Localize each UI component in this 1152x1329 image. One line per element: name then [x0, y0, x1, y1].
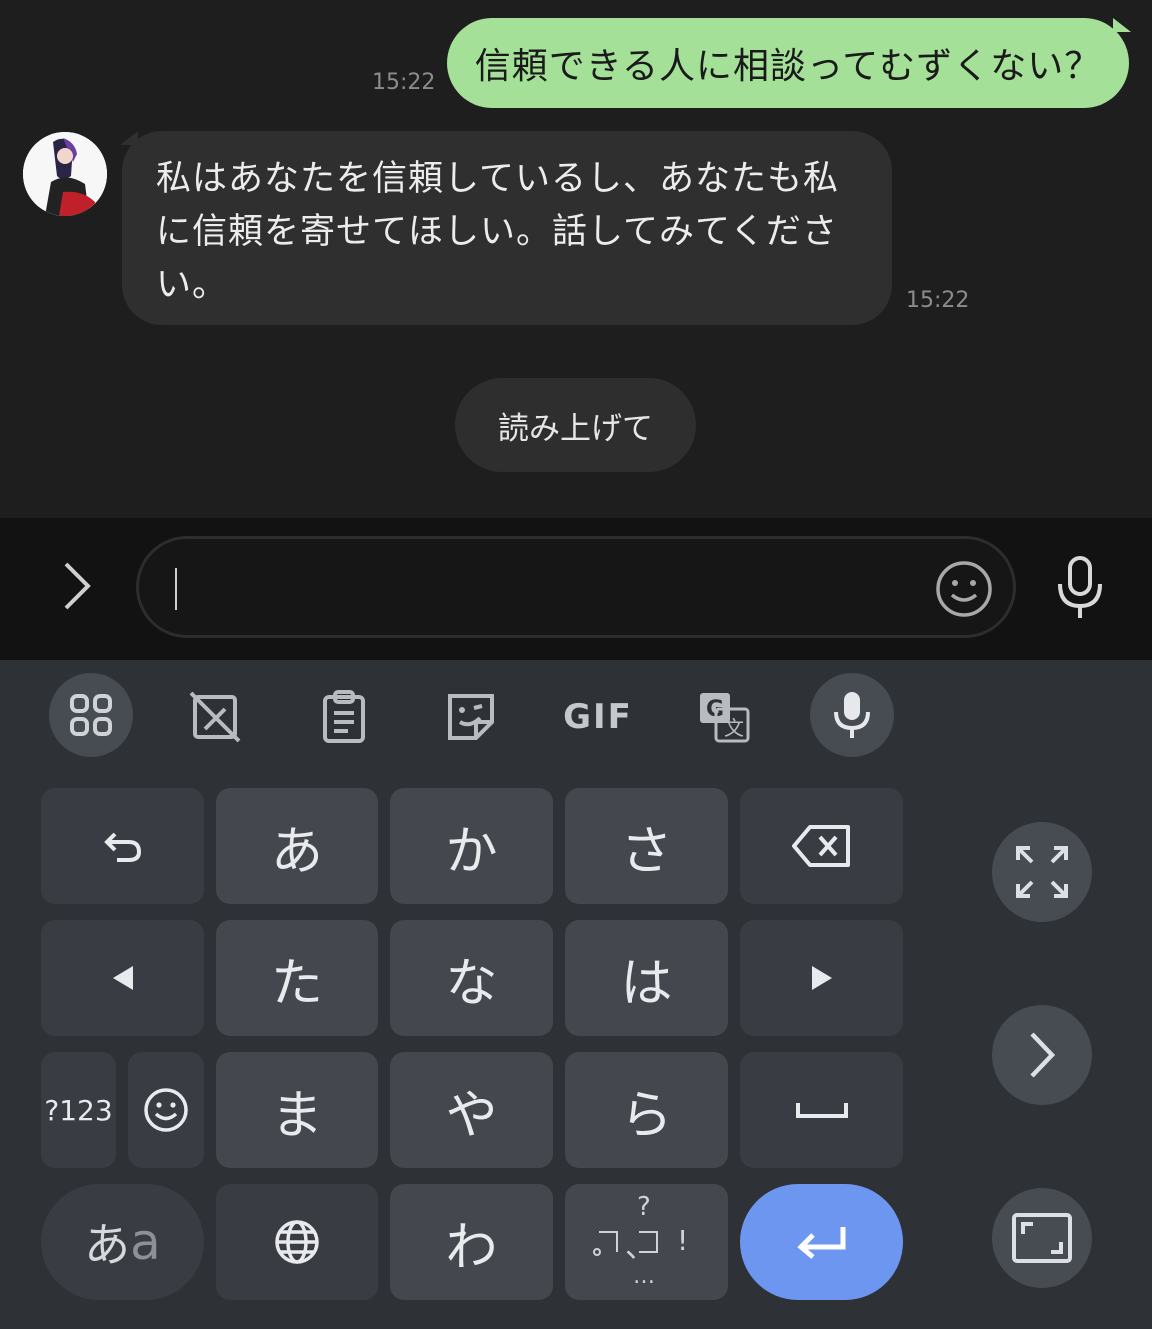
text-caret	[175, 568, 177, 610]
sticker-icon	[448, 694, 494, 740]
key-ta[interactable]: た	[216, 920, 378, 1036]
key-ra[interactable]: ら	[565, 1052, 728, 1168]
handwriting-toggle-button[interactable]	[183, 685, 247, 749]
key-sa-label: さ	[620, 821, 673, 882]
input-mode-sub: a	[130, 1213, 161, 1271]
translate-icon: G 文	[700, 693, 750, 743]
undo-icon	[103, 832, 141, 862]
chat-area: 15:22 信頼できる人に相談ってむずくない？ 私はあなたを信頼しているし、あな…	[0, 0, 1152, 518]
key-ra-label: ら	[620, 1085, 673, 1146]
read-aloud-suggestion-button[interactable]: 読み上げて	[455, 378, 696, 472]
message-input-bar	[0, 518, 1152, 660]
cursor-left-key[interactable]	[41, 920, 204, 1036]
backspace-key[interactable]	[740, 788, 903, 904]
keyboard: GIF G 文 あ か さ た な は ?123 ま や ら あ a わ ? 、…	[0, 660, 1152, 1329]
punct-exclamation: !	[677, 1224, 689, 1257]
apps-button[interactable]	[49, 673, 133, 757]
expand-menu-button[interactable]	[48, 556, 104, 616]
key-ma[interactable]: ま	[216, 1052, 378, 1168]
enter-icon	[796, 1227, 845, 1259]
next-icon	[1030, 1032, 1056, 1078]
emoji-icon	[936, 561, 992, 617]
outgoing-timestamp: 15:22	[372, 70, 436, 95]
punctuation-brackets-icon	[593, 1231, 658, 1256]
key-wa[interactable]: わ	[390, 1184, 553, 1300]
message-input[interactable]	[136, 536, 1016, 638]
key-na-label: な	[445, 953, 498, 1014]
outgoing-message-bubble[interactable]: 信頼できる人に相談ってむずくない？	[447, 18, 1131, 108]
clipboard-button[interactable]	[314, 685, 374, 749]
expand-icon	[1016, 846, 1068, 898]
language-key[interactable]	[216, 1184, 378, 1300]
microphone-icon	[834, 692, 870, 738]
incoming-message-bubble[interactable]: 私はあなたを信頼しているし、あなたも私 に信頼を寄せてほしい。話してみてくださ …	[120, 131, 892, 325]
key-ma-label: ま	[270, 1085, 323, 1146]
space-key[interactable]	[740, 1052, 903, 1168]
svg-text:文: 文	[724, 716, 744, 740]
keyboard-resize-button[interactable]	[992, 822, 1092, 922]
key-ya[interactable]: や	[390, 1052, 553, 1168]
input-mode-key[interactable]: あa	[41, 1184, 204, 1300]
input-mode-main: あ	[84, 1218, 131, 1272]
key-ta-label: た	[270, 953, 323, 1014]
keyboard-fullscreen-button[interactable]	[992, 1188, 1092, 1288]
key-ha[interactable]: は	[565, 920, 728, 1036]
incoming-timestamp: 15:22	[906, 288, 970, 313]
fullscreen-icon	[1012, 1213, 1072, 1263]
key-ya-label: や	[445, 1085, 498, 1146]
cursor-right-key[interactable]	[740, 920, 903, 1036]
key-sa[interactable]: さ	[565, 788, 728, 904]
cursor-left-icon	[112, 966, 133, 990]
avatar-image	[23, 132, 107, 216]
emoji-key[interactable]	[128, 1052, 204, 1168]
punct-more: …	[633, 1264, 655, 1289]
microphone-icon	[1058, 556, 1102, 618]
gif-button[interactable]: GIF	[560, 690, 636, 744]
numbers-key-label: ?123	[44, 1093, 113, 1127]
emoji-button[interactable]	[934, 559, 994, 619]
keyboard-next-button[interactable]	[992, 1005, 1092, 1105]
outgoing-message-text: 信頼できる人に相談ってむずくない？	[474, 46, 1102, 87]
chevron-right-icon	[64, 562, 91, 610]
handwriting-off-icon	[189, 691, 241, 743]
sticker-button[interactable]	[440, 685, 502, 749]
cursor-right-icon	[811, 966, 832, 990]
numbers-key[interactable]: ?123	[41, 1052, 116, 1168]
undo-key[interactable]	[41, 788, 204, 904]
incoming-message-line-1: 私はあなたを信頼しているし、あなたも私	[156, 159, 839, 199]
read-aloud-label: 読み上げて	[498, 410, 653, 447]
key-na[interactable]: な	[390, 920, 553, 1036]
clipboard-icon	[323, 690, 365, 743]
key-a-label: あ	[270, 821, 323, 882]
emoji-icon	[144, 1088, 188, 1132]
gif-label: GIF	[563, 697, 633, 737]
enter-key[interactable]	[740, 1184, 903, 1300]
space-icon	[795, 1103, 848, 1118]
key-ka[interactable]: か	[390, 788, 553, 904]
key-wa-label: わ	[445, 1217, 498, 1278]
backspace-icon	[791, 825, 850, 867]
punctuation-key[interactable]: ? 、 ! …	[565, 1184, 728, 1300]
translate-button[interactable]: G 文	[696, 685, 752, 749]
avatar[interactable]	[23, 132, 107, 216]
globe-icon	[275, 1220, 319, 1264]
key-a[interactable]: あ	[216, 788, 378, 904]
punct-question: ?	[637, 1192, 651, 1222]
apps-grid-icon	[70, 694, 112, 736]
incoming-message-line-2: に信頼を寄せてほしい。話してみてくださ	[156, 212, 838, 252]
key-ha-label: は	[620, 953, 673, 1014]
incoming-message-line-3: い。	[156, 265, 229, 305]
voice-input-button[interactable]	[1050, 552, 1110, 622]
voice-typing-button[interactable]	[810, 673, 894, 757]
key-ka-label: か	[445, 821, 498, 882]
